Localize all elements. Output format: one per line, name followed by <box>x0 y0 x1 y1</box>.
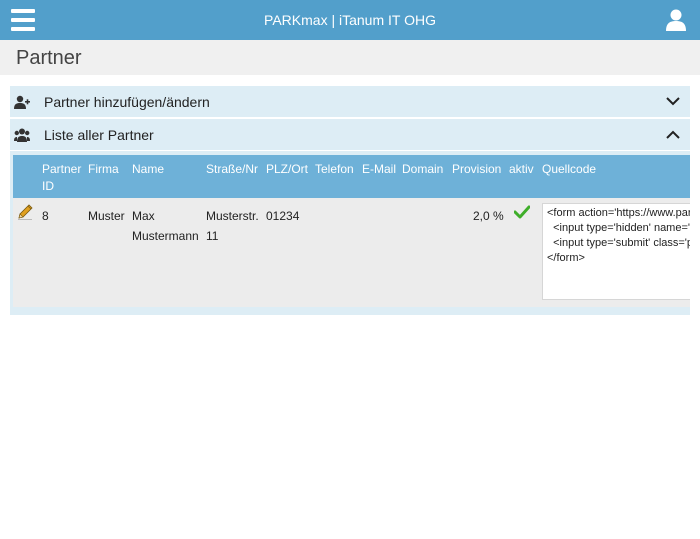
page-title: Partner <box>16 47 82 69</box>
user-plus-icon <box>14 95 30 109</box>
col-header-name[interactable]: Name <box>132 161 164 178</box>
cell-firma: Muster <box>88 209 125 223</box>
cell-strasse: Musterstr. 11 <box>206 209 259 243</box>
cell-plz-ort: 01234 <box>266 209 300 223</box>
col-header-domain[interactable]: Domain <box>402 161 443 178</box>
partner-list-body: Partner ID Firma Name Straße/Nr PLZ/Ort T… <box>10 151 690 315</box>
top-bar: PARKmax | iTanum IT OHG <box>0 0 700 40</box>
col-header-firma[interactable]: Firma <box>88 161 119 178</box>
checkmark-active-icon <box>514 205 530 219</box>
table-row: 8 Muster Max Mustermann Musterstr. 11 0123… <box>13 198 690 307</box>
panel-add-edit-partner[interactable]: Partner hinzufügen/ändern <box>10 86 690 117</box>
col-header-email[interactable]: E-Mail <box>362 161 396 178</box>
users-icon <box>14 128 30 142</box>
col-header-aktiv[interactable]: aktiv <box>509 161 534 178</box>
cell-provision: 2,0 % <box>473 209 504 223</box>
cell-partner-id: 8 <box>42 209 49 223</box>
col-header-strasse[interactable]: Straße/Nr <box>206 161 258 178</box>
col-header-partner-id[interactable]: Partner ID <box>42 161 81 195</box>
app-title: PARKmax | iTanum IT OHG <box>264 12 436 28</box>
pencil-edit-icon[interactable] <box>16 203 34 221</box>
col-header-quellcode[interactable]: Quellcode <box>542 161 596 178</box>
table-header: Partner ID Firma Name Straße/Nr PLZ/Ort T… <box>13 155 690 198</box>
user-icon[interactable] <box>665 8 687 32</box>
source-code-box[interactable]: <form action='https://www.parkmax.de/' t… <box>542 203 690 300</box>
cell-name: Max Mustermann <box>132 209 199 243</box>
col-header-telefon[interactable]: Telefon <box>315 161 354 178</box>
panel-label: Liste aller Partner <box>44 127 154 143</box>
chevron-down-icon[interactable] <box>666 97 680 106</box>
panel-label: Partner hinzufügen/ändern <box>44 94 210 110</box>
col-header-provision[interactable]: Provision <box>452 161 501 178</box>
page-header: Partner <box>0 40 700 75</box>
panel-partner-list[interactable]: Liste aller Partner <box>10 119 690 150</box>
col-header-plz-ort[interactable]: PLZ/Ort <box>266 161 308 178</box>
chevron-up-icon[interactable] <box>666 130 680 139</box>
